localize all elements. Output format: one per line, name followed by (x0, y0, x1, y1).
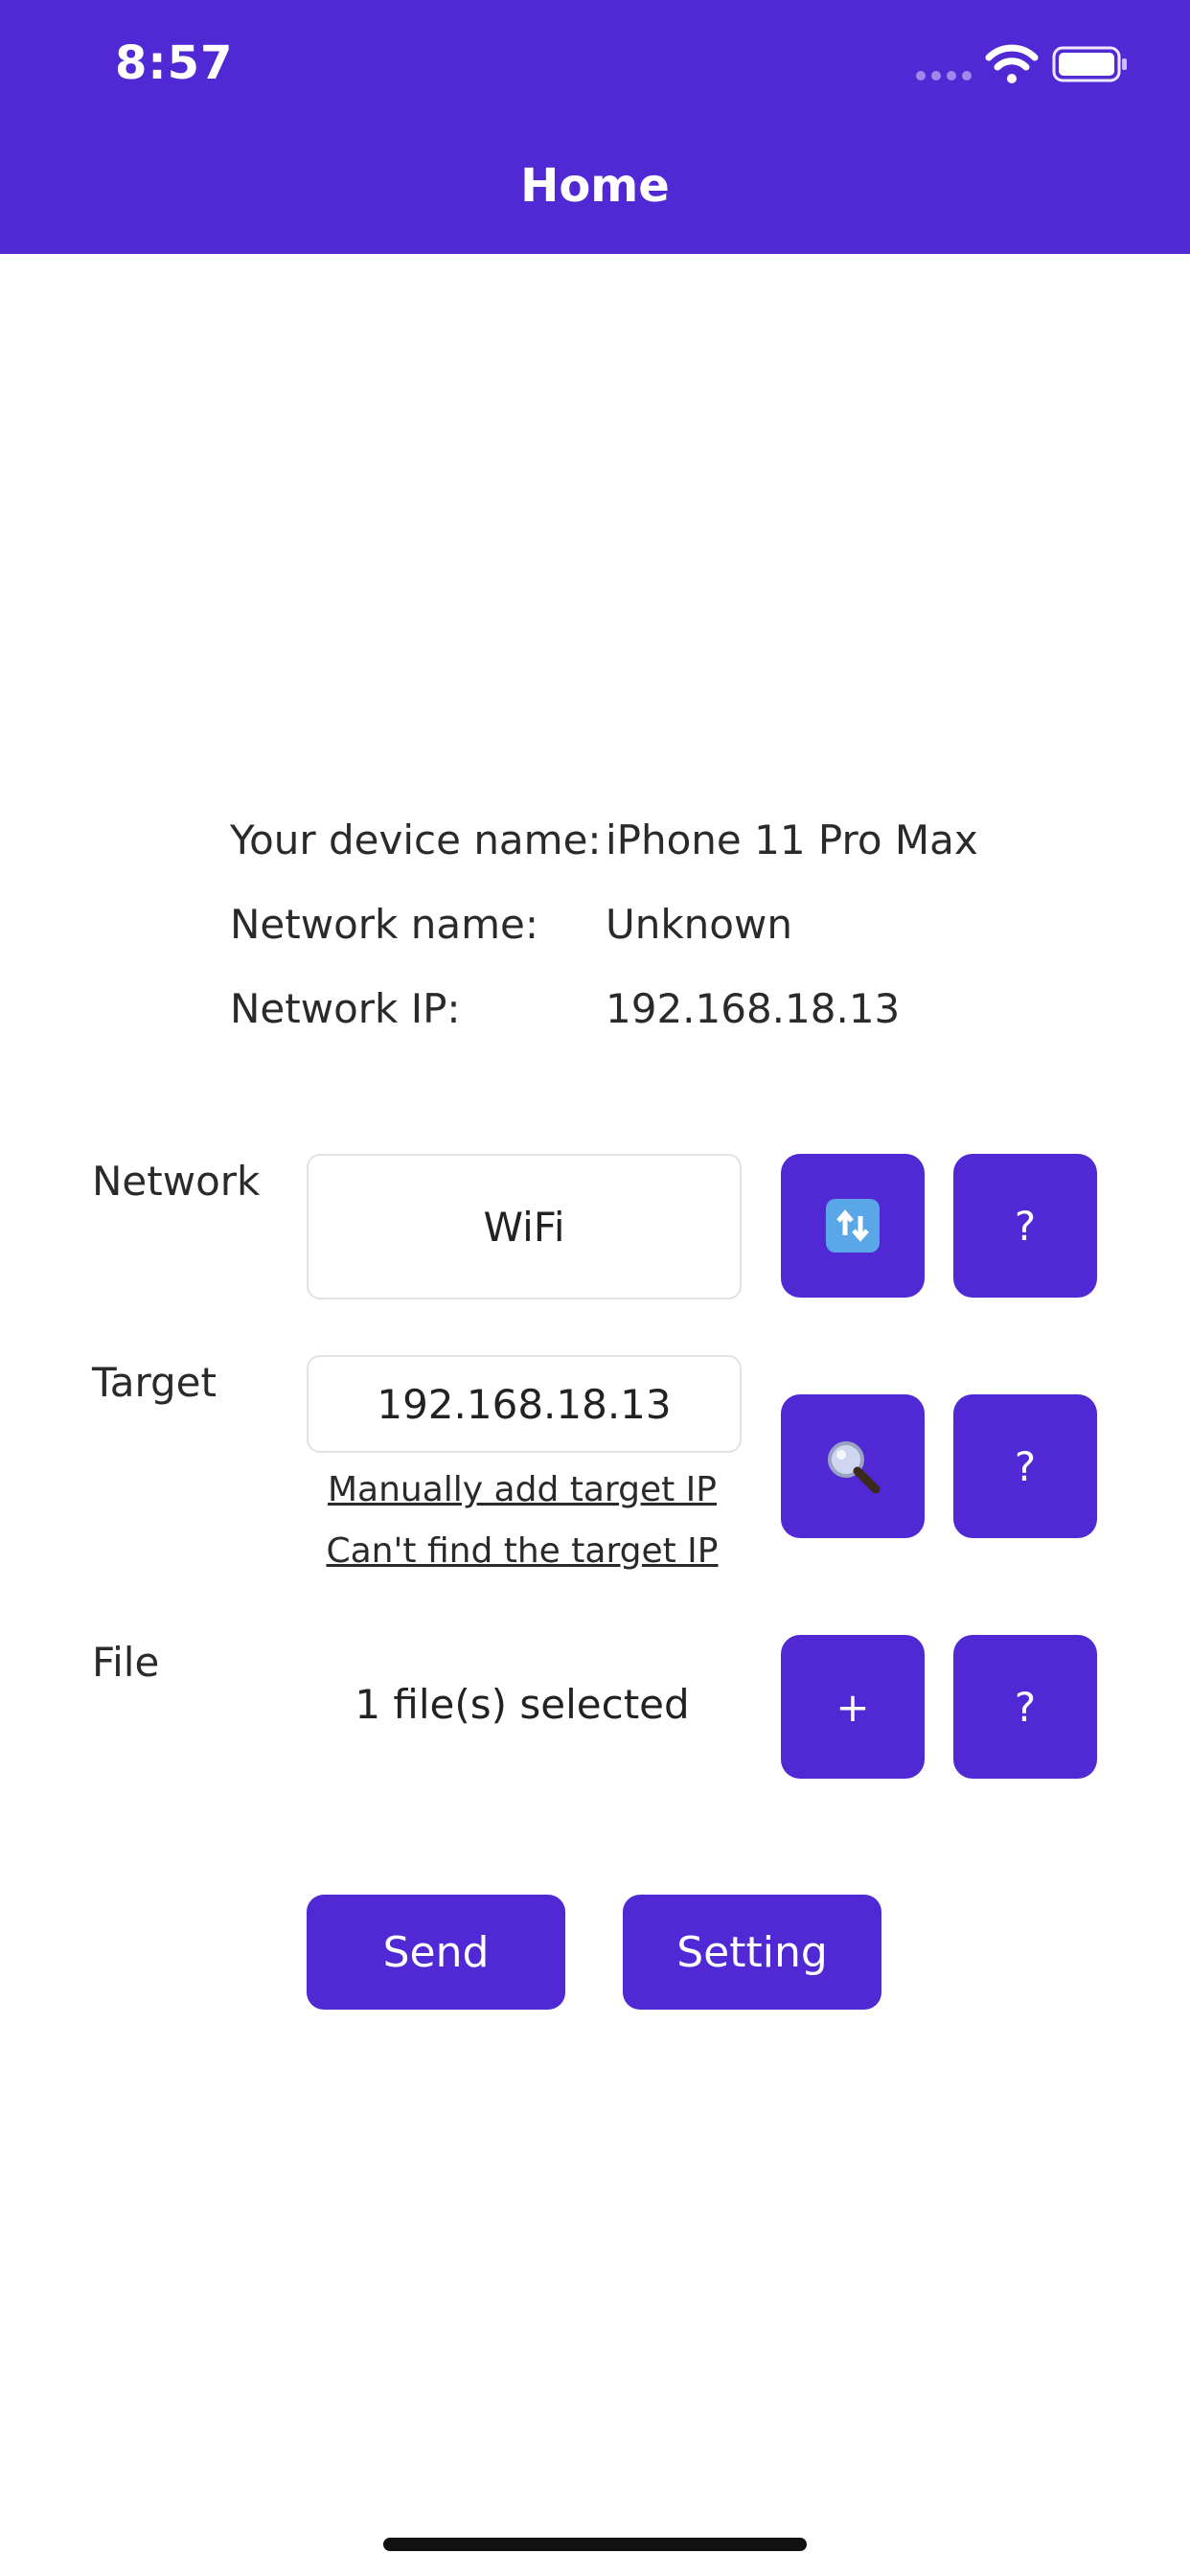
network-row-label: Network (92, 1158, 261, 1205)
network-select[interactable]: WiFi (307, 1154, 742, 1300)
cellular-signal-icon (916, 71, 972, 80)
home-indicator[interactable] (383, 2538, 807, 2551)
setting-button[interactable]: Setting (623, 1895, 881, 2010)
refresh-network-button[interactable] (781, 1154, 925, 1298)
manually-add-target-ip-link[interactable]: Manually add target IP (307, 1470, 738, 1509)
target-help-button[interactable]: ? (953, 1394, 1097, 1538)
target-ip-input[interactable]: 192.168.18.13 (307, 1355, 742, 1453)
send-button[interactable]: Send (307, 1895, 565, 2010)
page-title: Home (520, 159, 670, 213)
file-selection-status: 1 file(s) selected (355, 1681, 690, 1728)
status-time: 8:57 (115, 36, 234, 90)
network-name-value: Unknown (606, 901, 792, 948)
network-ip-label: Network IP: (230, 985, 461, 1032)
add-file-button[interactable]: + (781, 1635, 925, 1779)
file-help-button[interactable]: ? (953, 1635, 1097, 1779)
network-help-button[interactable]: ? (953, 1154, 1097, 1298)
cant-find-target-ip-link[interactable]: Can't find the target IP (307, 1531, 738, 1571)
battery-icon (1052, 46, 1127, 82)
device-name-label: Your device name: (230, 816, 602, 863)
network-name-label: Network name: (230, 901, 538, 948)
search-target-button[interactable] (781, 1394, 925, 1538)
top-bar: 8:57 Home (0, 0, 1190, 254)
file-row-label: File (92, 1639, 160, 1686)
target-row-label: Target (92, 1359, 217, 1406)
device-name-value: iPhone 11 Pro Max (606, 816, 978, 863)
network-ip-value: 192.168.18.13 (606, 985, 901, 1032)
magnifier-icon (828, 1441, 881, 1494)
wifi-icon (985, 44, 1039, 83)
refresh-icon (826, 1199, 880, 1253)
